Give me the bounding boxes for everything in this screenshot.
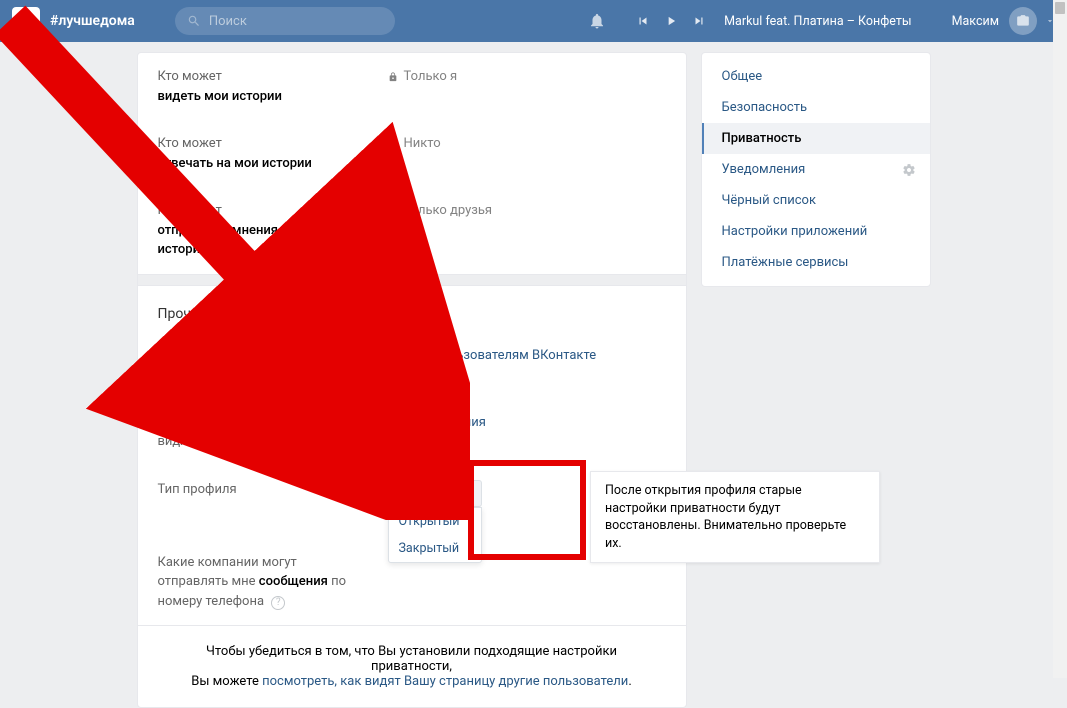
profile-type-dropdown[interactable]: Закрытый Открытый Закрытый — [388, 480, 483, 507]
sidebar-item-security[interactable]: Безопасность — [702, 92, 930, 123]
lock-icon — [388, 72, 398, 82]
section-other-title: Прочее — [138, 286, 686, 332]
bell-icon[interactable] — [588, 12, 606, 30]
help-icon[interactable]: ? — [271, 596, 285, 610]
lock-icon — [388, 139, 398, 149]
next-track-icon[interactable] — [692, 14, 706, 28]
setting-row-stories-view[interactable]: Кто можетвидеть мои истории Только я — [138, 53, 686, 120]
hashtag[interactable]: #лучшедома — [50, 13, 135, 29]
sidebar-item-notifications[interactable]: Уведомления — [702, 154, 930, 185]
setting-row-stories-opinions[interactable]: Кто можетотправлять мнения к моим истори… — [138, 187, 686, 274]
gear-icon[interactable] — [902, 163, 916, 177]
dropdown-button[interactable]: Закрытый — [388, 480, 483, 507]
settings-sidebar: Общее Безопасность Приватность Уведомлен… — [701, 52, 931, 287]
search-placeholder: Поиск — [209, 14, 247, 29]
dropdown-option-open[interactable]: Открытый — [389, 508, 482, 535]
music-controls — [636, 14, 706, 28]
dropdown-option-closed[interactable]: Закрытый — [389, 535, 482, 562]
prev-track-icon[interactable] — [636, 14, 650, 28]
setting-row-page-visibility[interactable]: Кому в интернетевидна моя страница Тольк… — [138, 332, 686, 399]
setting-row-stories-reply[interactable]: Кто можетотвечать на мои истории Никто — [138, 120, 686, 187]
search-icon — [187, 14, 201, 28]
sidebar-item-payment[interactable]: Платёжные сервисы — [702, 247, 930, 278]
sidebar-item-app-settings[interactable]: Настройки приложений — [702, 216, 930, 247]
settings-panel: Кто можетвидеть мои истории Только я Кто… — [137, 52, 687, 708]
play-icon[interactable] — [664, 14, 678, 28]
username[interactable]: Максим — [952, 14, 999, 29]
setting-row-news-updates[interactable]: Какие обновлениявидят в новостях мои дру… — [138, 399, 686, 466]
profile-type-tooltip: После открытия профиля старые настройки … — [590, 471, 880, 563]
sidebar-item-blacklist[interactable]: Чёрный список — [702, 185, 930, 216]
current-track[interactable]: Markul feat. Платина – Конфеты — [724, 14, 911, 29]
section-divider — [138, 274, 686, 286]
vk-logo[interactable] — [12, 7, 40, 35]
dropdown-menu: Открытый Закрытый — [388, 507, 483, 563]
sidebar-item-privacy[interactable]: Приватность — [702, 123, 930, 154]
vk-icon — [16, 11, 36, 31]
scrollbar[interactable] — [1053, 0, 1067, 678]
top-header: #лучшедома Поиск Markul feat. Платина – … — [0, 0, 1067, 42]
avatar[interactable] — [1009, 7, 1037, 35]
privacy-footer-note: Чтобы убедиться в том, что Вы установили… — [138, 625, 686, 707]
camera-icon — [1016, 14, 1030, 28]
preview-privacy-link[interactable]: посмотреть, как видят Вашу страницу друг… — [262, 674, 628, 689]
scrollbar-thumb[interactable] — [1055, 2, 1065, 14]
lock-icon — [388, 206, 398, 216]
search-box[interactable]: Поиск — [175, 7, 395, 35]
sidebar-item-general[interactable]: Общее — [702, 61, 930, 92]
